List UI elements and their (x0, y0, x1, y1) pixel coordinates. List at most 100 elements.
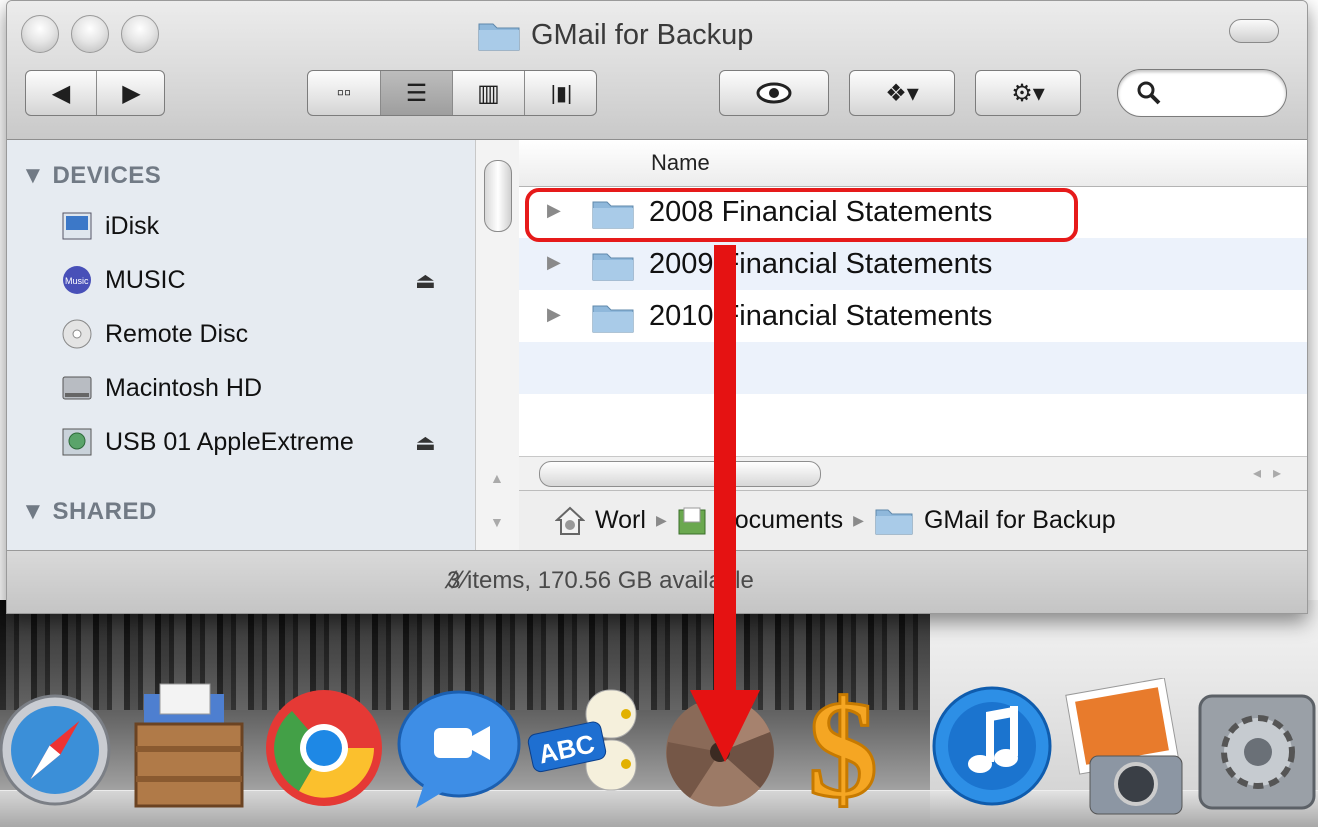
title-bar: GMail for Backup ◀ ▶ ▫▫ ☰ ▥ |▮| ❖▾ ⚙▾ (7, 1, 1307, 140)
list-item[interactable]: ▶ 2010 Financial Statements (519, 290, 1307, 342)
sidebar: ▼ DEVICES iDisk Music MUSIC ⏏ Remote Dis… (7, 140, 476, 550)
svg-text:Music: Music (65, 276, 89, 286)
scroll-arrows-icon[interactable]: ◂▸ (1253, 463, 1293, 483)
shared-header[interactable]: ▼ SHARED (21, 498, 157, 526)
hard-drive-icon (62, 376, 92, 400)
back-forward-control: ◀ ▶ (25, 70, 165, 116)
eye-icon (756, 82, 792, 104)
file-name: 2010 Financial Statements (649, 300, 993, 332)
folder-icon (592, 201, 634, 229)
file-name: 2009 Financial Statements (649, 248, 993, 280)
disclosure-triangle-icon[interactable]: ▶ (547, 252, 561, 273)
close-button[interactable] (21, 15, 59, 53)
back-arrow-icon: ◀ (51, 79, 71, 107)
shared-header-label: SHARED (52, 498, 157, 525)
dropbox-menu-button[interactable]: ❖▾ (849, 70, 955, 116)
folder-icon (875, 509, 913, 534)
path-item-current-folder[interactable]: GMail for Backup (924, 506, 1116, 535)
file-list: Name ▶ 2008 Financial Statements ▶ 2009 … (519, 140, 1307, 456)
icon-view-button[interactable]: ▫▫ (308, 71, 380, 115)
sidebar-item-idisk[interactable]: iDisk (61, 204, 159, 248)
minimize-button[interactable] (71, 15, 109, 53)
disclosure-triangle-icon: ▼ (21, 162, 46, 189)
search-input[interactable] (1162, 79, 1276, 107)
sidebar-item-remote-disc[interactable]: Remote Disc (61, 312, 248, 356)
folder-icon (478, 23, 520, 51)
path-bar: Worl ▶ Documents ▶ GMail for Backup (519, 490, 1307, 550)
list-item[interactable]: ▶ 2008 Financial Statements (519, 186, 1307, 238)
window-title-text: GMail for Backup (531, 18, 754, 51)
chrome-icon[interactable] (262, 686, 386, 810)
eject-icon[interactable]: ⏏ (415, 430, 436, 456)
safari-icon[interactable] (0, 682, 118, 812)
list-item[interactable]: ▶ 2009 Financial Statements (519, 238, 1307, 290)
home-icon (555, 506, 585, 535)
toolbar-toggle-button[interactable] (1229, 19, 1279, 43)
forward-arrow-icon: ▶ (122, 79, 141, 107)
svg-text:$: $ (808, 678, 878, 808)
disclosure-triangle-icon[interactable]: ▶ (547, 304, 561, 325)
finder-window: GMail for Backup ◀ ▶ ▫▫ ☰ ▥ |▮| ❖▾ ⚙▾ ▼ … (6, 0, 1308, 614)
documents-folder-icon (678, 507, 706, 534)
view-mode-control: ▫▫ ☰ ▥ |▮| (307, 70, 597, 116)
sidebar-scrollbar[interactable]: ▲ ▼ (475, 140, 520, 550)
path-separator-icon: ▶ (853, 512, 864, 528)
action-menu-button[interactable]: ⚙▾ (975, 70, 1081, 116)
itunes-icon[interactable] (930, 684, 1054, 808)
scroll-down-arrow-icon[interactable]: ▼ (490, 514, 504, 530)
folder-icon (592, 253, 634, 281)
status-bar: 3 items, 170.56 GB available /// (7, 550, 1307, 613)
scroll-up-arrow-icon[interactable]: ▲ (490, 470, 504, 486)
column-header-label: Name (651, 150, 710, 175)
idisk-icon (62, 212, 92, 240)
column-view-button[interactable]: ▥ (452, 71, 524, 115)
file-name: 2008 Financial Statements (649, 196, 993, 228)
zoom-button[interactable] (121, 15, 159, 53)
timemachine-drive-icon (62, 428, 92, 456)
disclosure-triangle-icon[interactable]: ▶ (547, 200, 561, 221)
music-disk-icon: Music (63, 266, 91, 294)
resize-grip-icon[interactable]: /// (442, 567, 1300, 595)
eject-icon[interactable]: ⏏ (415, 268, 436, 294)
ichat-icon[interactable] (394, 688, 524, 812)
iphoto-icon[interactable] (1062, 678, 1192, 818)
list-view-button[interactable]: ☰ (380, 71, 452, 115)
desktop-background: ABC $ (0, 600, 1318, 827)
horizontal-scroll-thumb[interactable] (539, 461, 821, 487)
sidebar-item-label: USB 01 AppleExtreme (105, 427, 354, 456)
icon-view-icon: ▫▫ (336, 81, 352, 104)
column-view-icon: ▥ (477, 79, 500, 107)
sidebar-item-label: Macintosh HD (105, 373, 262, 402)
dropbox-icon: ❖▾ (885, 79, 919, 107)
sidebar-item-label: MUSIC (105, 265, 186, 294)
dollar-icon[interactable]: $ (800, 678, 910, 808)
sidebar-item-macintosh-hd[interactable]: Macintosh HD (61, 366, 262, 410)
horizontal-scrollbar[interactable]: ◂▸ (519, 456, 1307, 491)
coverflow-view-button[interactable]: |▮| (524, 71, 598, 115)
system-preferences-icon[interactable] (1196, 692, 1318, 812)
forward-button[interactable]: ▶ (96, 71, 166, 115)
sidebar-item-label: iDisk (105, 211, 160, 240)
sidebar-item-usb-appleextreme[interactable]: USB 01 AppleExtreme (61, 420, 354, 464)
disclosure-triangle-icon: ▼ (21, 498, 46, 525)
coverflow-view-icon: |▮| (550, 82, 573, 105)
folder-icon (592, 305, 634, 333)
empty-row (519, 394, 1307, 446)
stuffit-expander-icon[interactable] (130, 680, 250, 810)
gear-icon: ⚙▾ (1011, 79, 1045, 107)
search-field[interactable] (1117, 69, 1287, 117)
back-button[interactable]: ◀ (26, 71, 96, 115)
quick-look-button[interactable] (719, 70, 829, 116)
empty-row (519, 342, 1307, 394)
path-item-home[interactable]: Worl (595, 506, 646, 535)
devices-header-label: DEVICES (52, 162, 162, 189)
column-header-name[interactable]: Name (519, 140, 1307, 187)
devices-header[interactable]: ▼ DEVICES (21, 162, 161, 190)
window-title: GMail for Backup (477, 15, 753, 55)
arrow-annotation-shaft (714, 245, 736, 705)
list-view-icon: ☰ (405, 79, 428, 107)
sidebar-scroll-thumb[interactable] (484, 160, 512, 232)
sidebar-item-music[interactable]: Music MUSIC (61, 258, 186, 302)
path-separator-icon: ▶ (655, 512, 667, 528)
spell-check-icon[interactable]: ABC (526, 684, 656, 808)
